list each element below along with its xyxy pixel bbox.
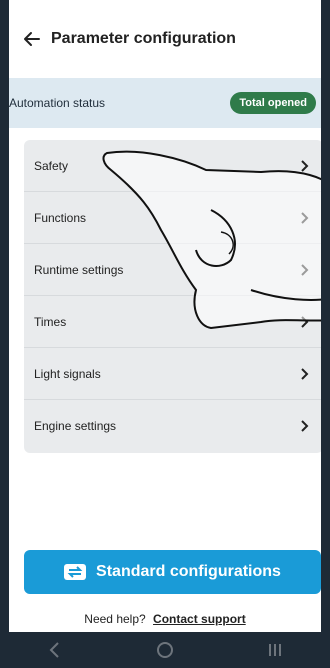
page-title: Parameter configuration [51, 30, 236, 47]
menu-item-engine-settings[interactable]: Engine settings [24, 400, 321, 452]
menu-item-label: Safety [34, 158, 69, 173]
chevron-right-icon [299, 315, 311, 328]
menu-item-label: Engine settings [34, 419, 117, 433]
chevron-right-icon [299, 420, 311, 432]
menu-item-times[interactable]: Times [24, 296, 321, 348]
system-navbar [0, 632, 330, 668]
recents-nav-icon[interactable] [265, 640, 285, 660]
status-badge: Total opened [230, 92, 316, 114]
menu-item-runtime-settings[interactable]: Runtime settings [24, 244, 321, 296]
menu-item-safety[interactable]: Safety [24, 140, 321, 192]
back-nav-icon[interactable] [45, 640, 65, 660]
menu-item-label: Times [34, 314, 67, 329]
home-nav-icon[interactable] [155, 640, 175, 660]
status-label: Automation status [9, 96, 106, 110]
menu-item-label: Functions [34, 210, 87, 225]
chevron-right-icon [299, 159, 311, 172]
menu-item-light-signals[interactable]: Light signals [24, 348, 321, 400]
menu-list: Safety Functions Runtime settings Times … [24, 140, 321, 453]
standard-configurations-label: Standard configurations [96, 563, 281, 580]
help-row: Need help? Contact support [9, 612, 321, 626]
menu-item-label: Runtime settings [34, 262, 124, 277]
menu-item-functions[interactable]: Functions [24, 192, 321, 244]
app-screen: Parameter configuration Automation statu… [9, 0, 321, 668]
help-text: Need help? [84, 612, 146, 626]
arrow-left-icon[interactable] [21, 28, 43, 50]
automation-status-bar: Automation status Total opened [9, 78, 321, 128]
chevron-right-icon [299, 211, 311, 224]
app-header: Parameter configuration [9, 0, 321, 78]
menu-item-label: Light signals [34, 366, 101, 381]
swap-icon [64, 564, 87, 580]
standard-configurations-button[interactable]: Standard configurations [24, 550, 321, 594]
contact-support-link[interactable]: Contact support [153, 612, 246, 626]
chevron-right-icon [299, 263, 311, 276]
chevron-right-icon [299, 367, 311, 380]
